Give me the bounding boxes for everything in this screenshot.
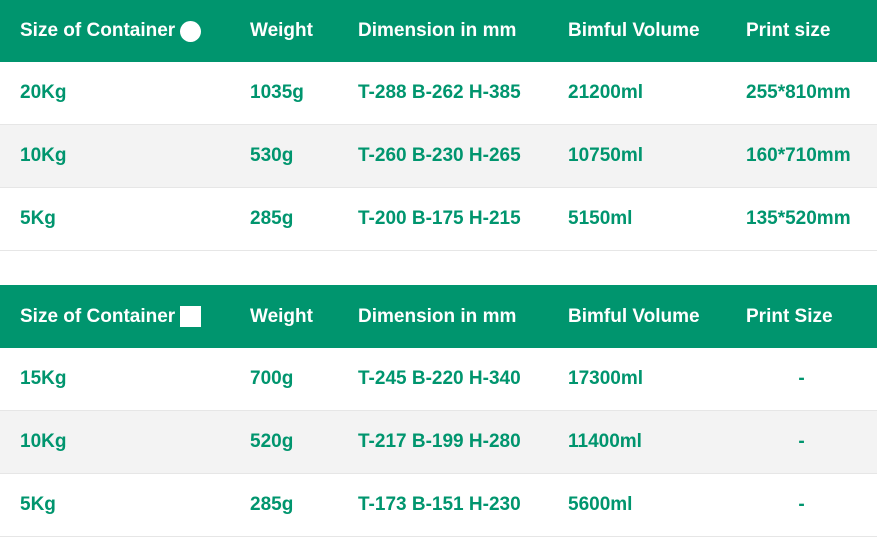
cell-size: 10Kg [20, 145, 67, 166]
table-header-row: Size of Container Weight Dimension in mm… [0, 0, 877, 62]
header-volume: Bimful Volume [568, 20, 700, 41]
table-row: 15Kg 700g T-245 B-220 H-340 17300ml - [0, 348, 877, 411]
cell-print-size: 135*520mm [746, 208, 851, 229]
cell-size: 10Kg [20, 431, 67, 452]
header-weight: Weight [250, 20, 313, 41]
cell-weight: 700g [250, 368, 294, 389]
cell-dimension: T-288 B-262 H-385 [358, 82, 521, 103]
table-row: 10Kg 520g T-217 B-199 H-280 11400ml - [0, 411, 877, 474]
cell-dimension: T-260 B-230 H-265 [358, 145, 521, 166]
header-print-size: Print size [746, 20, 831, 41]
table-row: 10Kg 530g T-260 B-230 H-265 10750ml 160*… [0, 125, 877, 188]
cell-print-size: 160*710mm [746, 145, 851, 166]
circle-icon [180, 20, 202, 42]
round-container-table: Size of Container Weight Dimension in mm… [0, 0, 877, 251]
cell-size: 5Kg [20, 494, 56, 515]
header-dimension: Dimension in mm [358, 20, 517, 41]
cell-print-size: - [798, 431, 805, 452]
cell-print-size: - [798, 494, 805, 515]
table-row: 5Kg 285g T-200 B-175 H-215 5150ml 135*52… [0, 188, 877, 251]
header-weight: Weight [250, 305, 313, 327]
cell-dimension: T-200 B-175 H-215 [358, 208, 521, 229]
cell-volume: 5150ml [568, 208, 633, 229]
cell-weight: 1035g [250, 82, 304, 103]
cell-volume: 17300ml [568, 368, 644, 389]
square-container-table: Size of Container Weight Dimension in mm… [0, 285, 877, 537]
table-header-row: Size of Container Weight Dimension in mm… [0, 285, 877, 348]
table-spacer [0, 251, 877, 285]
cell-weight: 520g [250, 431, 294, 452]
table-row: 5Kg 285g T-173 B-151 H-230 5600ml - [0, 474, 877, 537]
cell-size: 5Kg [20, 208, 56, 229]
cell-weight: 530g [250, 145, 294, 166]
cell-weight: 285g [250, 208, 294, 229]
cell-dimension: T-245 B-220 H-340 [358, 368, 521, 389]
cell-print-size: 255*810mm [746, 82, 851, 103]
header-volume: Bimful Volume [568, 305, 700, 327]
cell-volume: 5600ml [568, 494, 633, 515]
table-row: 20Kg 1035g T-288 B-262 H-385 21200ml 255… [0, 62, 877, 125]
header-dimension: Dimension in mm [358, 305, 517, 327]
header-size-label: Size of Container [20, 20, 176, 41]
cell-dimension: T-173 B-151 H-230 [358, 494, 521, 515]
header-size-label: Size of Container [20, 305, 176, 327]
header-size-cell: Size of Container [0, 306, 250, 328]
cell-size: 15Kg [20, 368, 67, 389]
cell-volume: 11400ml [568, 431, 642, 452]
cell-weight: 285g [250, 494, 294, 515]
cell-volume: 21200ml [568, 82, 644, 103]
cell-size: 20Kg [20, 82, 67, 103]
square-icon [180, 306, 202, 327]
cell-dimension: T-217 B-199 H-280 [358, 431, 521, 452]
cell-print-size: - [798, 368, 805, 389]
header-print-size: Print Size [746, 305, 833, 327]
cell-volume: 10750ml [568, 145, 644, 166]
header-size-cell: Size of Container [0, 20, 250, 42]
